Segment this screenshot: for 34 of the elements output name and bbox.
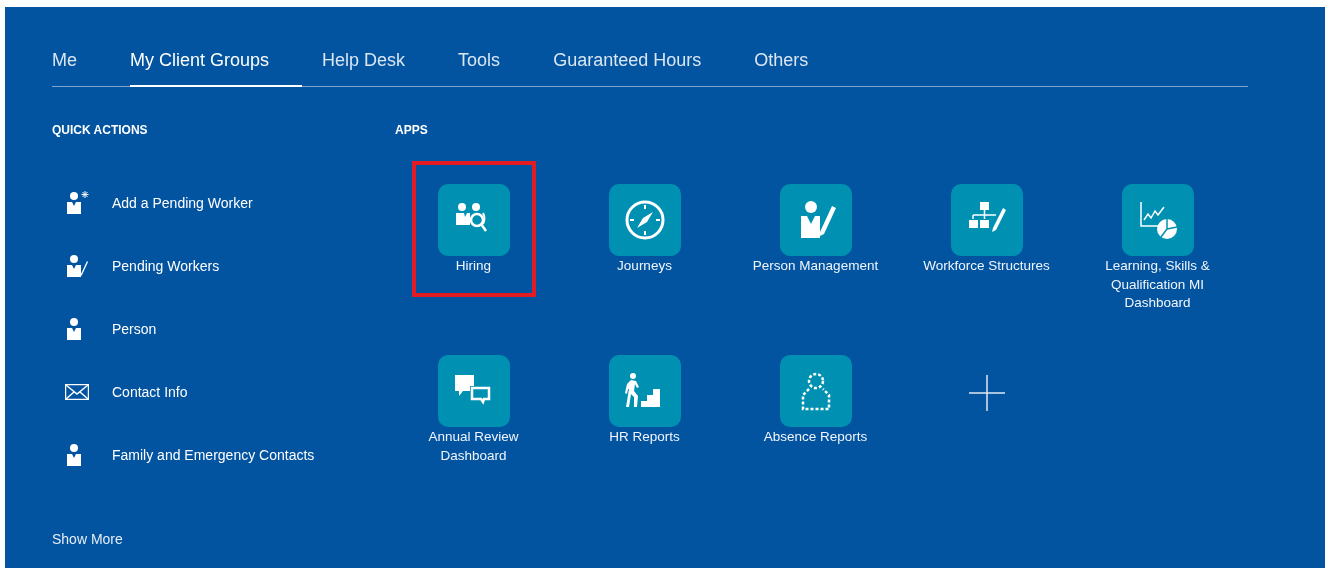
app-tile[interactable] [950,184,1023,256]
app-label: Journeys [616,257,673,275]
tab[interactable]: Guaranteed Hours [553,50,735,87]
person-add-icon [65,191,89,215]
tab[interactable]: Me [52,50,110,87]
app-tile[interactable] [437,355,510,427]
app-label: Absence Reports [762,428,869,446]
tab[interactable]: Tools [458,50,534,87]
app-label: HR Reports [608,428,681,446]
app-label: Hiring [454,257,493,275]
app-tile[interactable] [1121,184,1194,256]
section-heading: QUICK ACTIONS [52,122,149,138]
person-pencil-icon [65,254,89,278]
app-tile[interactable] [779,184,852,256]
tab[interactable]: Help Desk [322,50,439,87]
quick-action-link[interactable]: Pending Workers [52,254,395,278]
section-heading: APPS [395,122,429,138]
app-label: Workforce Structures [922,257,1051,275]
quick-action-link[interactable]: Family and Emergency Contacts [52,443,395,467]
quick-action-link[interactable]: Add a Pending Worker [52,191,395,215]
app-tile[interactable] [779,355,852,427]
show-more-link[interactable]: Show More [52,531,123,547]
tab[interactable]: My Client Groups [130,50,303,87]
tab[interactable]: Others [754,50,842,87]
app-tile[interactable] [608,184,681,256]
envelope-icon [65,384,89,400]
quick-action-link[interactable]: Person [52,317,395,341]
app-label: Annual Review Dashboard [427,428,520,465]
app-label: Person Management [751,257,880,275]
add-icon[interactable] [968,375,1005,411]
app-label: Learning, Skills & Qualification MI Dashboard [1104,257,1211,312]
quick-action-link[interactable]: Contact Info [52,380,395,404]
app-tile[interactable] [437,184,510,256]
app-tile[interactable] [608,355,681,427]
